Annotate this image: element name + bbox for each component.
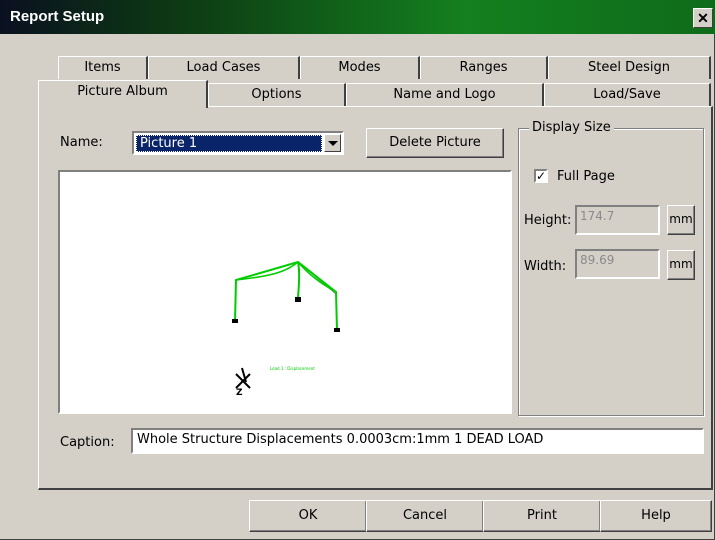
tab-name-and-logo[interactable]: Name and Logo bbox=[346, 83, 544, 106]
help-button[interactable]: Help bbox=[600, 500, 712, 532]
full-page-label: Full Page bbox=[557, 169, 615, 184]
axis-triad-icon bbox=[235, 367, 251, 389]
height-label: Height: bbox=[524, 213, 572, 228]
chevron-down-icon[interactable] bbox=[324, 134, 341, 152]
load-legend: Load 1 : Displacement bbox=[270, 366, 315, 371]
height-unit-button[interactable]: mm bbox=[667, 205, 695, 235]
tab-modes[interactable]: Modes bbox=[300, 56, 420, 79]
height-input[interactable]: 174.7 bbox=[575, 205, 660, 235]
tab-items[interactable]: Items bbox=[58, 56, 148, 79]
title-bar[interactable]: Report Setup ✕ bbox=[0, 0, 715, 34]
tab-load-save[interactable]: Load/Save bbox=[544, 83, 711, 106]
structure-diagram: Z Load 1 : Displacement bbox=[232, 260, 340, 398]
support-marker bbox=[334, 328, 340, 332]
picture-preview: Z Load 1 : Displacement bbox=[58, 170, 512, 414]
picture-name-value: Picture 1 bbox=[136, 135, 322, 152]
width-unit-button[interactable]: mm bbox=[667, 250, 695, 280]
tab-picture-album[interactable]: Picture Album bbox=[38, 80, 208, 108]
caption-input[interactable]: Whole Structure Displacements 0.0003cm:1… bbox=[131, 428, 704, 454]
window-title: Report Setup bbox=[10, 8, 105, 25]
display-size-group: Display Size ✓ Full Page Height: 174.7 m… bbox=[518, 120, 704, 416]
report-setup-dialog: Report Setup ✕ Items Load Cases Modes Ra… bbox=[0, 0, 715, 540]
support-marker bbox=[295, 297, 301, 302]
width-input[interactable]: 89.69 bbox=[575, 249, 660, 279]
caption-label: Caption: bbox=[60, 435, 115, 450]
support-marker bbox=[232, 319, 238, 323]
cancel-button[interactable]: Cancel bbox=[366, 500, 484, 532]
close-icon[interactable]: ✕ bbox=[693, 8, 713, 28]
print-button[interactable]: Print bbox=[483, 500, 601, 532]
display-size-title: Display Size bbox=[529, 120, 614, 135]
full-page-checkbox[interactable]: ✓ bbox=[534, 169, 548, 183]
delete-picture-button[interactable]: Delete Picture bbox=[366, 128, 504, 158]
tab-load-cases[interactable]: Load Cases bbox=[148, 56, 300, 79]
ok-button[interactable]: OK bbox=[249, 500, 367, 532]
tab-ranges[interactable]: Ranges bbox=[420, 56, 548, 79]
axis-label: Z bbox=[236, 388, 243, 398]
picture-name-dropdown[interactable]: Picture 1 bbox=[132, 131, 344, 155]
tab-options[interactable]: Options bbox=[208, 83, 346, 106]
tab-steel-design[interactable]: Steel Design bbox=[548, 56, 711, 79]
width-label: Width: bbox=[524, 259, 567, 274]
name-label: Name: bbox=[60, 135, 103, 150]
